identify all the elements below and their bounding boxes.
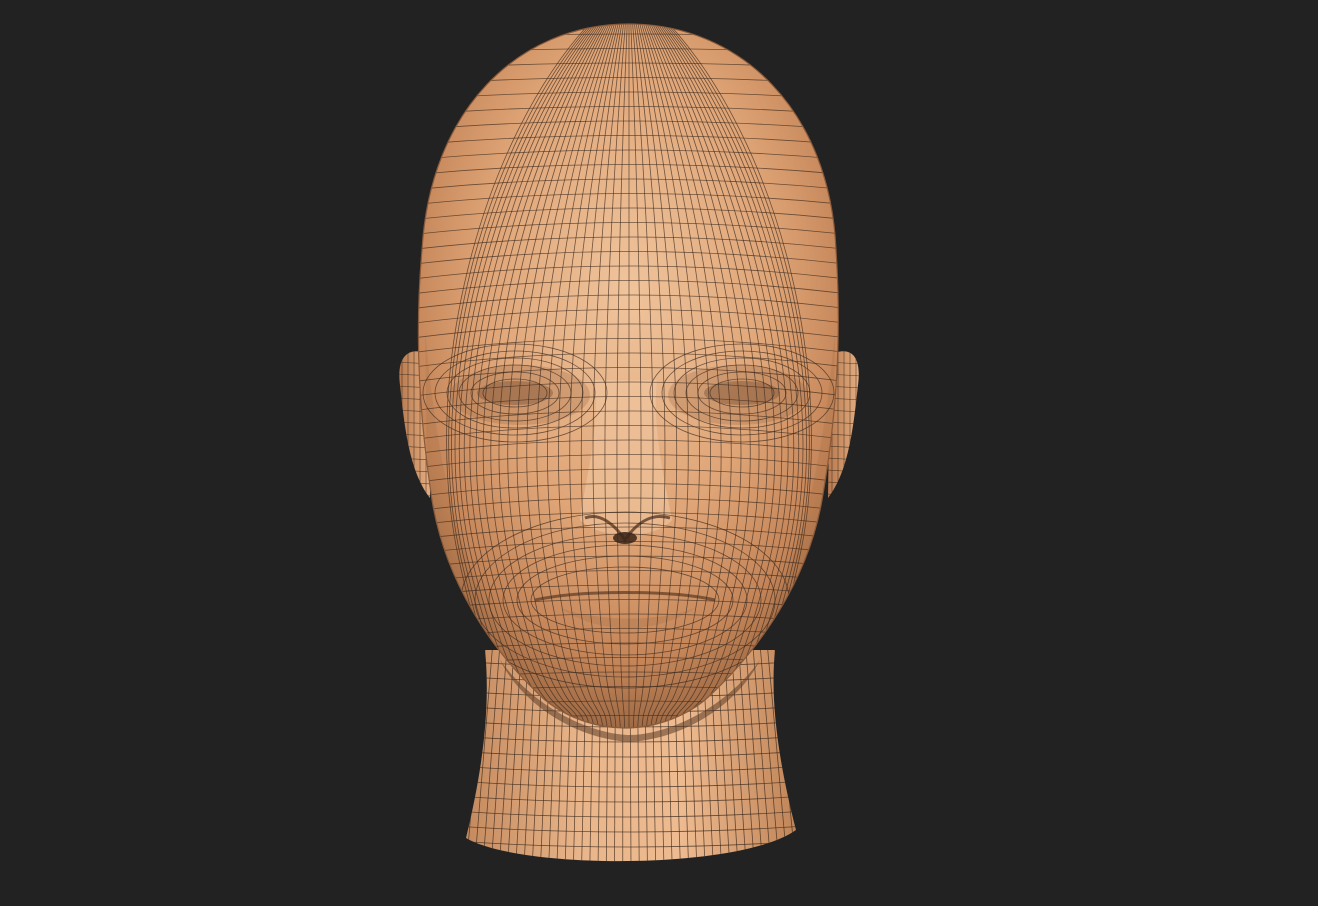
3d-viewport[interactable] — [0, 0, 1318, 906]
head-mesh-model[interactable] — [0, 0, 1318, 906]
head — [417, 23, 839, 729]
